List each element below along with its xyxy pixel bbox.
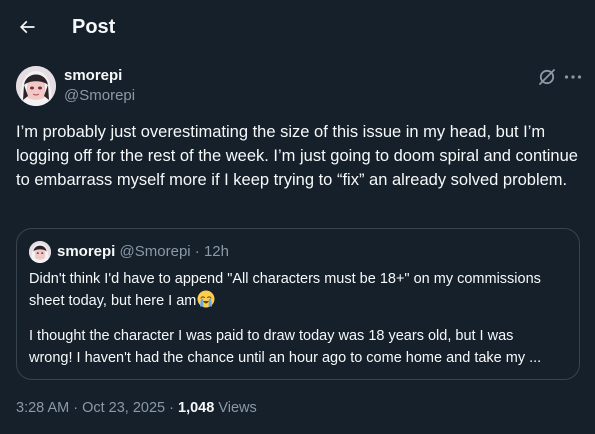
quoted-author-name: smorepi [57, 243, 116, 260]
quoted-meta: smorepi @Smorepi · 12h [57, 242, 229, 262]
post-metadata: 3:28 AM · Oct 23, 2025 · 1,048 Views [16, 398, 257, 418]
views-count: 1,048 [178, 400, 215, 416]
more-button[interactable] [562, 67, 584, 87]
back-button[interactable] [14, 14, 40, 40]
quoted-paragraph-1: Didn't think I'd have to append "All cha… [29, 268, 569, 312]
views-label: Views [218, 400, 257, 416]
quoted-post[interactable]: smorepi @Smorepi · 12h Didn't think I'd … [16, 228, 580, 380]
quoted-time: 12h [203, 243, 229, 260]
author-handle[interactable]: @Smorepi [64, 86, 135, 106]
quoted-avatar [29, 241, 51, 263]
grok-button[interactable] [537, 67, 557, 87]
author-name[interactable]: smorepi [64, 66, 122, 86]
post-time[interactable]: 3:28 AM [16, 400, 69, 416]
separator-dot: · [69, 400, 83, 416]
loudly-crying-face-icon [197, 290, 215, 308]
top-bar: Post [0, 0, 595, 53]
quoted-paragraph-2: I thought the character I was paid to dr… [29, 325, 569, 347]
quoted-paragraph-2-line-1: I thought the character I was paid to dr… [29, 328, 514, 344]
quoted-paragraph-2-line-2: wrong! I haven't had the chance until an… [29, 350, 542, 366]
more-icon [564, 75, 582, 79]
separator-dot: · [165, 400, 179, 416]
quoted-text: Didn't think I'd have to append "All cha… [29, 268, 569, 369]
quoted-paragraph-1-text: Didn't think I'd have to append "All cha… [29, 271, 541, 309]
avatar[interactable] [16, 66, 56, 106]
page-title: Post [72, 16, 116, 38]
arrow-left-icon [19, 20, 35, 34]
quoted-author-handle: @Smorepi [119, 243, 191, 260]
grok-icon [539, 69, 555, 85]
separator-dot: · [190, 243, 204, 260]
tweet-text: I’m probably just overestimating the siz… [16, 123, 578, 189]
post-date[interactable]: Oct 23, 2025 [82, 400, 165, 416]
